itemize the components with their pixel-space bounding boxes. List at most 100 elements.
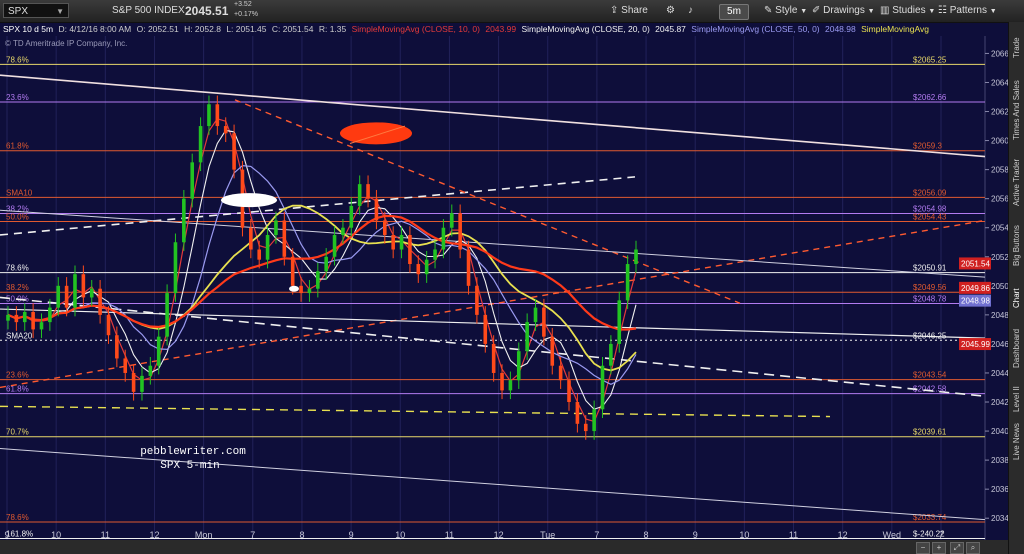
candle-body [140, 375, 144, 392]
x-tick-label: 7 [250, 530, 255, 540]
y-tick-label: 2060 [991, 137, 1008, 146]
sidebar-tab-label: Dashboard [1012, 328, 1021, 368]
bar-range: R: 1.35 [318, 24, 347, 34]
candle-body [148, 365, 153, 376]
y-tick-label: 2038 [991, 456, 1008, 465]
candle-body [567, 380, 571, 403]
candle-body [391, 234, 395, 250]
bar-open: O: 2052.51 [136, 24, 179, 34]
sidebar-tab-label: Active Trader [1012, 158, 1021, 206]
search-icon: ⌕ [970, 543, 976, 552]
level-left-label: SMA10 [6, 188, 33, 197]
level-price-label: $2056.09 [913, 188, 947, 197]
x-tick-label: 8 [644, 530, 649, 540]
level-left-label: 78.6% [6, 55, 29, 64]
y-tick-label: 2048 [991, 311, 1008, 320]
symbol-selector[interactable]: SPX ▼ [3, 3, 69, 18]
candle-body [441, 227, 446, 250]
candle-body [408, 234, 412, 265]
candle-body [106, 314, 111, 336]
price-bubble-label: 2045.99 [961, 340, 990, 349]
sidebar-tab-label: Times And Sales [1012, 80, 1021, 140]
candle-body [265, 234, 270, 260]
sidebar-tab-label: Trade [1012, 37, 1021, 58]
x-tick-label: 9 [4, 530, 9, 540]
candle-body [592, 409, 596, 432]
y-tick-label: 2056 [991, 195, 1008, 204]
x-tick-label: 7 [594, 530, 599, 540]
candle-body [215, 104, 220, 127]
sma50-label: SimpleMovingAvg (CLOSE, 50, 0) [691, 24, 820, 34]
chart-info-row: SPX 10 d 5m D: 4/12/16 8:00 AM O: 2052.5… [0, 22, 1024, 36]
price-bubble-label: 2048.98 [961, 297, 990, 306]
sma100-label: SimpleMovingAvg [861, 24, 929, 34]
candle-body [366, 184, 370, 199]
level-left-label: 70.7% [6, 428, 29, 437]
style-button[interactable]: ✎ Style ▼ [764, 3, 807, 19]
candle-body [316, 271, 320, 289]
level-left-label: SMA20 [6, 331, 33, 340]
interval-label: 5m [727, 6, 741, 17]
symbol-description: S&P 500 INDEX [112, 5, 185, 16]
y-tick-label: 2062 [991, 108, 1008, 117]
sidebar-tab-label: Level II [1012, 386, 1021, 412]
y-tick-label: 2044 [991, 369, 1008, 378]
fit-button[interactable]: ⤢ [950, 542, 964, 554]
candle-body [89, 288, 94, 298]
sidebar-tab-label: Big Buttons [1012, 225, 1021, 266]
y-tick-label: 2064 [991, 78, 1008, 87]
candle-body [39, 322, 44, 330]
candle-body [232, 133, 236, 170]
level-left-label: 23.6% [6, 93, 29, 102]
share-button[interactable]: ⇪ Share [610, 3, 648, 19]
search-button[interactable]: ⌕ [966, 542, 980, 554]
bar-low: L: 2051.45 [226, 24, 267, 34]
annotation-dot-white [289, 285, 299, 292]
candle-body [223, 126, 228, 134]
candle-body [207, 104, 211, 127]
level-left-label: 50.0% [6, 212, 29, 221]
level-left-label: 78.6% [6, 513, 29, 522]
y-tick-label: 2046 [991, 340, 1008, 349]
price-chart[interactable]: 78.6% $2065.25 23.6% $2062.66 61.8% $2059.3 SM… [0, 36, 1008, 540]
sidebar-tab-label: Live News [1012, 423, 1021, 460]
patterns-button[interactable]: ☷ Patterns ▼ [938, 3, 997, 19]
candle-body [508, 380, 513, 391]
alert-button[interactable]: ♪ [688, 3, 693, 19]
gear-icon: ⚙ [666, 5, 675, 16]
candle-body [249, 227, 253, 250]
drawings-button[interactable]: ✐ Drawings ▼ [812, 3, 875, 19]
interval-button[interactable]: 5m [719, 4, 749, 20]
sma20-label: SimpleMovingAvg (CLOSE, 20, 0) [521, 24, 650, 34]
chevron-down-icon: ▼ [867, 8, 875, 15]
x-tick-label: 11 [445, 530, 454, 540]
candle-body [542, 307, 546, 337]
y-tick-label: 2058 [991, 166, 1008, 175]
studies-button[interactable]: ▥ Studies ▼ [880, 3, 935, 19]
top-toolbar: SPX ▼ S&P 500 INDEX 2045.51 +3.52 +0.17%… [0, 0, 1024, 23]
level-price-label: $2065.25 [913, 55, 947, 64]
y-tick-label: 2052 [991, 253, 1008, 262]
bell-icon: ♪ [688, 5, 693, 16]
candle-body [609, 343, 613, 366]
candle-body [558, 365, 563, 381]
candle-body [600, 365, 605, 410]
zoom-out-button[interactable]: − [916, 542, 930, 554]
x-tick-label: 12 [494, 530, 504, 540]
x-tick-label: 9 [693, 530, 698, 540]
candle-body [123, 358, 128, 373]
candle-body [6, 314, 10, 321]
candle-body [156, 336, 161, 366]
plus-icon: + [936, 543, 942, 552]
x-tick-label: 11 [789, 530, 798, 540]
x-tick-label: 7 [938, 530, 943, 540]
candle-body [475, 285, 479, 315]
candle-body [81, 274, 86, 298]
share-label: Share [621, 5, 648, 16]
price-bubble-label: 2049.86 [961, 284, 990, 293]
zoom-in-button[interactable]: + [932, 542, 946, 554]
level-price-label: $2049.56 [913, 283, 947, 292]
candle-body [491, 343, 496, 373]
x-tick-label: 8 [299, 530, 304, 540]
settings-button[interactable]: ⚙ [666, 3, 675, 19]
